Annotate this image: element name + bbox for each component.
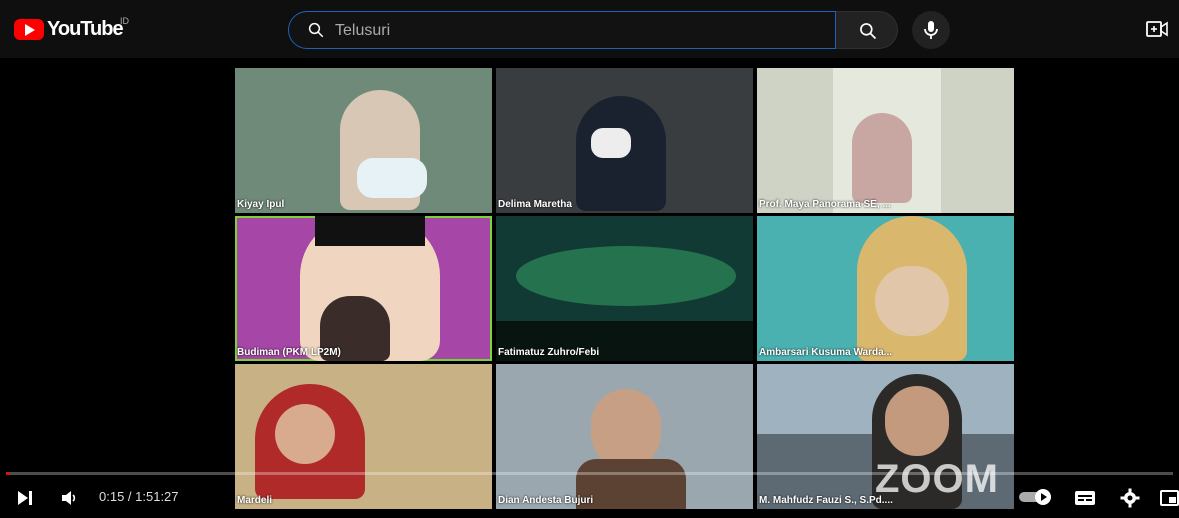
skip-next-icon bbox=[18, 491, 32, 505]
participant-name: Fatimatuz Zuhro/Febi bbox=[498, 347, 600, 358]
participant-name: Prof. Maya Panorama SE, ... bbox=[759, 199, 891, 210]
microphone-icon bbox=[924, 21, 938, 39]
search-box[interactable] bbox=[288, 11, 836, 49]
autoplay-toggle[interactable] bbox=[1018, 487, 1054, 512]
subtitles-icon bbox=[1075, 491, 1095, 505]
participant-tile: Kiyay Ipul bbox=[235, 68, 492, 213]
logo-text: YouTube bbox=[47, 18, 124, 40]
volume-icon bbox=[62, 491, 76, 505]
top-bar: YouTube ID bbox=[0, 0, 1179, 58]
mute-button[interactable] bbox=[60, 489, 78, 512]
miniplayer-icon bbox=[1160, 490, 1179, 506]
search-button[interactable] bbox=[836, 11, 898, 49]
search-input[interactable] bbox=[333, 19, 817, 43]
create-video-button[interactable] bbox=[1146, 20, 1168, 43]
time-display: 0:15 / 1:51:27 bbox=[99, 489, 179, 504]
autoplay-toggle-icon bbox=[1019, 489, 1051, 505]
play-logo-icon bbox=[14, 19, 44, 40]
video-camera-add-icon bbox=[1146, 21, 1168, 37]
voice-search-button[interactable] bbox=[912, 11, 950, 49]
player-controls: 0:15 / 1:51:27 bbox=[0, 478, 1179, 518]
search-icon bbox=[860, 23, 877, 40]
gear-icon bbox=[1120, 488, 1140, 508]
settings-button[interactable] bbox=[1120, 488, 1140, 513]
participant-name: Ambarsari Kusuma Warda... bbox=[759, 347, 893, 358]
progress-bar[interactable] bbox=[6, 472, 1173, 475]
progress-fill bbox=[6, 472, 9, 475]
youtube-logo[interactable]: YouTube ID bbox=[14, 16, 129, 41]
next-button[interactable] bbox=[16, 489, 34, 512]
participant-tile: Delima Maretha bbox=[496, 68, 753, 213]
participant-tile: Ambarsari Kusuma Warda... bbox=[757, 216, 1014, 361]
participant-name: Delima Maretha bbox=[498, 199, 572, 210]
miniplayer-button[interactable] bbox=[1160, 489, 1179, 512]
subtitles-button[interactable] bbox=[1074, 489, 1096, 512]
participant-name: Budiman (PKM LP2M) bbox=[237, 347, 341, 358]
participant-tile: Fatimatuz Zuhro/Febi bbox=[496, 216, 753, 361]
participant-name: Kiyay Ipul bbox=[237, 199, 285, 210]
country-code: ID bbox=[120, 16, 129, 26]
search-icon bbox=[307, 21, 325, 44]
participant-tile: Prof. Maya Panorama SE, ... bbox=[757, 68, 1014, 213]
participant-tile: Budiman (PKM LP2M) bbox=[235, 216, 492, 361]
